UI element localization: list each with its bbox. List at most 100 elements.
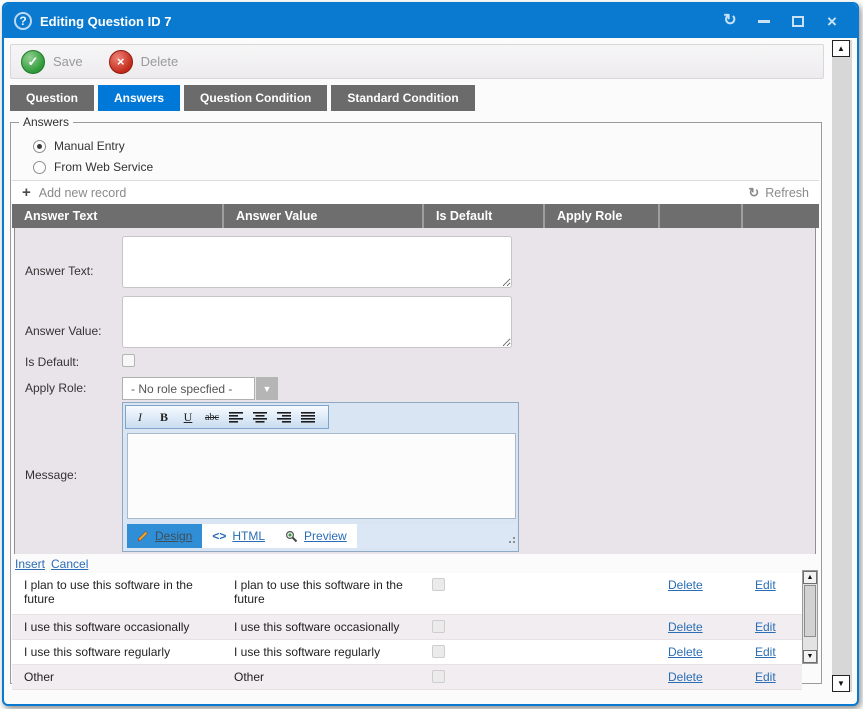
insert-form: Answer Text: Answer Value: Is Default: A… <box>14 228 816 554</box>
pencil-icon <box>137 530 149 542</box>
magnifier-icon <box>285 530 298 543</box>
refresh-button[interactable]: ↻ Refresh <box>748 185 809 201</box>
cell-apply-role <box>539 665 652 689</box>
align-center-button[interactable] <box>249 408 271 426</box>
mode-bar-filler <box>357 524 516 548</box>
cell-is-default <box>420 640 539 664</box>
delete-link[interactable]: Delete <box>668 620 703 634</box>
bold-button[interactable]: B <box>153 408 175 426</box>
answer-value-label: Answer Value: <box>25 324 101 338</box>
editor-content-area[interactable] <box>127 433 516 519</box>
code-brackets-icon: <> <box>212 529 226 543</box>
delete-link[interactable]: Delete <box>668 645 703 659</box>
minimize-button[interactable] <box>755 12 773 30</box>
underline-button[interactable]: U <box>177 408 199 426</box>
edit-link[interactable]: Edit <box>755 645 776 659</box>
grid-command-bar: + Add new record ↻ Refresh <box>12 180 819 204</box>
help-icon[interactable]: ? <box>14 12 32 30</box>
apply-role-select[interactable]: - No role specfied - ▼ <box>122 377 278 400</box>
maximize-button[interactable] <box>789 12 807 30</box>
row-checkbox <box>432 645 445 658</box>
is-default-checkbox[interactable] <box>122 354 135 367</box>
insert-link[interactable]: Insert <box>15 557 45 571</box>
align-center-icon <box>253 412 267 423</box>
row-checkbox <box>432 620 445 633</box>
tab-question-condition[interactable]: Question Condition <box>184 85 327 111</box>
titlebar[interactable]: ? Editing Question ID 7 ↻ × <box>4 4 857 38</box>
scroll-up-icon[interactable]: ▲ <box>803 571 817 584</box>
cell-delete: Delete <box>652 640 733 664</box>
table-row: I use this software occasionally I use t… <box>12 615 802 640</box>
delete-button[interactable]: × Delete <box>109 50 179 74</box>
cell-answer-text: I use this software occasionally <box>12 615 222 639</box>
italic-button[interactable]: I <box>129 408 151 426</box>
cell-edit: Edit <box>733 640 802 664</box>
align-right-button[interactable] <box>273 408 295 426</box>
radio-manual-entry-label: Manual Entry <box>54 139 125 153</box>
cell-is-default <box>420 615 539 639</box>
column-header-apply-role[interactable]: Apply Role <box>545 204 658 228</box>
refresh-label: Refresh <box>765 186 809 200</box>
html-tab[interactable]: <> HTML <box>202 524 275 548</box>
column-header-empty-2 <box>743 204 819 228</box>
editor-toolbar: I B U abc <box>125 405 329 429</box>
tab-question[interactable]: Question <box>10 85 94 111</box>
cell-apply-role <box>539 640 652 664</box>
apply-role-label: Apply Role: <box>25 381 86 395</box>
align-left-button[interactable] <box>225 408 247 426</box>
window-scroll-up-icon[interactable]: ▲ <box>832 40 850 57</box>
column-header-is-default[interactable]: Is Default <box>424 204 543 228</box>
answer-value-input[interactable] <box>122 296 512 348</box>
window-refresh-icon[interactable]: ↻ <box>721 12 739 30</box>
save-check-icon: ✓ <box>21 50 45 74</box>
radio-from-web-service[interactable]: From Web Service <box>33 160 153 174</box>
cell-delete: Delete <box>652 573 733 614</box>
cell-answer-value: I plan to use this software in the futur… <box>222 573 420 614</box>
resize-gripper-icon[interactable] <box>509 541 511 543</box>
radio-manual-entry[interactable]: Manual Entry <box>33 139 125 153</box>
delete-link[interactable]: Delete <box>668 578 703 592</box>
window-title: Editing Question ID 7 <box>40 14 171 29</box>
table-row: I plan to use this software in the futur… <box>12 573 802 615</box>
answer-text-input[interactable] <box>122 236 512 288</box>
insert-cancel-row: Insert Cancel <box>15 557 88 571</box>
message-editor: I B U abc <box>122 402 519 552</box>
window-scrollbar[interactable]: ▲ ▼ <box>832 40 852 692</box>
strikethrough-button[interactable]: abc <box>201 408 223 426</box>
cell-edit: Edit <box>733 615 802 639</box>
table-row: I use this software regularly I use this… <box>12 640 802 665</box>
edit-link[interactable]: Edit <box>755 670 776 684</box>
add-new-record-button[interactable]: + Add new record <box>22 184 126 201</box>
cell-is-default <box>420 573 539 614</box>
cell-delete: Delete <box>652 665 733 689</box>
dropdown-arrow-icon[interactable]: ▼ <box>256 377 278 400</box>
maximize-icon <box>792 16 804 27</box>
html-tab-label: HTML <box>232 529 265 543</box>
justify-button[interactable] <box>297 408 319 426</box>
cell-apply-role <box>539 573 652 614</box>
save-button[interactable]: ✓ Save <box>21 50 83 74</box>
toolbar: ✓ Save × Delete <box>10 44 824 79</box>
groupbox-legend: Answers <box>19 115 73 129</box>
preview-tab[interactable]: Preview <box>275 524 357 548</box>
edit-link[interactable]: Edit <box>755 578 776 592</box>
column-header-answer-text[interactable]: Answer Text <box>12 204 222 228</box>
tab-standard-condition[interactable]: Standard Condition <box>331 85 474 111</box>
close-button[interactable]: × <box>823 12 841 30</box>
column-header-answer-value[interactable]: Answer Value <box>224 204 422 228</box>
scroll-down-icon[interactable]: ▼ <box>803 650 817 663</box>
delete-link[interactable]: Delete <box>668 670 703 684</box>
edit-link[interactable]: Edit <box>755 620 776 634</box>
cell-edit: Edit <box>733 573 802 614</box>
cell-edit: Edit <box>733 665 802 689</box>
tab-answers[interactable]: Answers <box>98 85 180 111</box>
answers-groupbox: Answers Manual Entry From Web Service + … <box>10 122 822 684</box>
grid-scrollbar[interactable]: ▲ ▼ <box>802 570 818 664</box>
cancel-link[interactable]: Cancel <box>51 557 88 571</box>
add-new-record-label: Add new record <box>39 186 127 200</box>
scrollbar-thumb[interactable] <box>804 585 816 637</box>
cell-answer-value: I use this software occasionally <box>222 615 420 639</box>
window-scroll-down-icon[interactable]: ▼ <box>832 675 850 692</box>
align-left-icon <box>229 412 243 423</box>
design-tab[interactable]: Design <box>127 524 202 548</box>
